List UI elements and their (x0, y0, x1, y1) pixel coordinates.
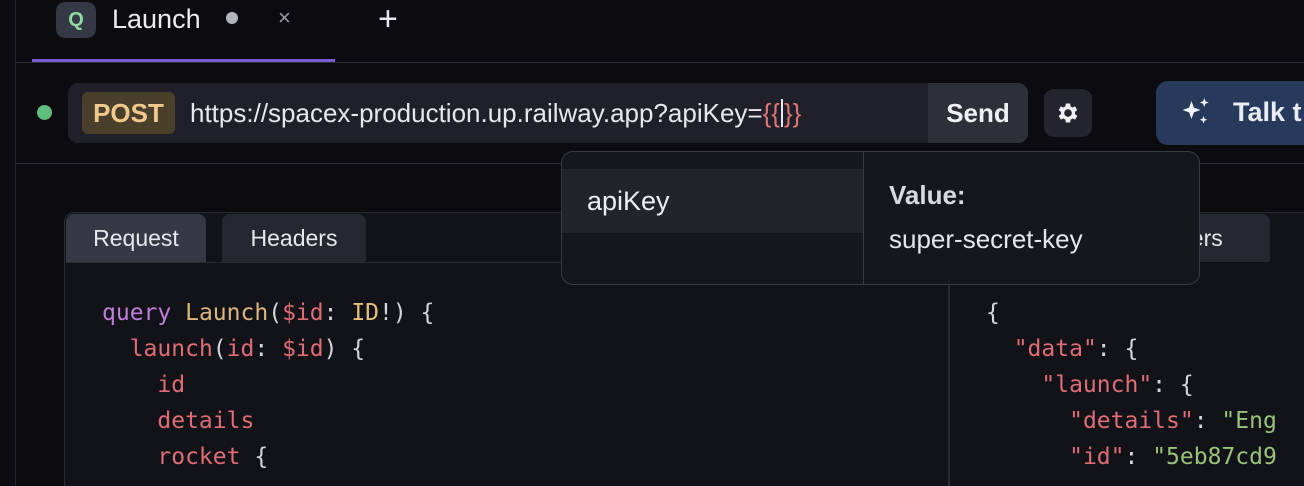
settings-button[interactable] (1044, 89, 1092, 137)
code-token: : (1124, 444, 1153, 470)
query-editor[interactable]: query Launch($id: ID!) { launch(id: $id)… (102, 295, 434, 475)
code-token: "launch" (1041, 372, 1153, 398)
tab-headers[interactable]: Headers (222, 214, 366, 262)
query-code-line: rocket { (102, 439, 434, 475)
tab-label: Launch (112, 4, 201, 34)
code-token: details (157, 408, 255, 434)
code-token: "data" (1013, 336, 1097, 362)
code-token: query (102, 300, 172, 326)
sparkle-icon (1182, 98, 1209, 124)
autocomplete-item-apikey[interactable]: apiKey (562, 169, 863, 233)
code-token: : { (1152, 372, 1194, 398)
response-viewer: { "data": { "launch": { "details": "Eng … (986, 295, 1277, 475)
talk-label: Talk t (1233, 97, 1302, 127)
template-close: }} (783, 98, 802, 128)
code-token: : (254, 336, 283, 362)
code-token: : (323, 300, 352, 326)
code-token: : { (1096, 336, 1139, 362)
method-selector[interactable]: POST (82, 92, 175, 134)
query-code-line: query Launch($id: ID!) { (102, 295, 434, 331)
code-token: $id (282, 336, 324, 362)
variable-value: super-secret-key (889, 224, 1083, 254)
response-code-line: "details": "Eng (986, 403, 1277, 439)
tab-response-headers[interactable]: ders (1200, 214, 1270, 262)
response-code-line: { (986, 295, 1277, 331)
url-bar: POST https://spacex-production.up.railwa… (68, 83, 1028, 143)
response-code-line: "data": { (986, 331, 1277, 367)
code-token: { (240, 444, 269, 470)
unsaved-indicator-icon (226, 12, 238, 24)
query-code-line: id (102, 367, 434, 403)
code-token: ) { (323, 336, 366, 362)
code-token: ID (351, 300, 380, 326)
autocomplete-list: apiKey (562, 152, 864, 284)
gear-icon (1058, 103, 1078, 123)
url-text: https://spacex-production.up.railway.app… (190, 98, 763, 128)
code-token: $id (282, 300, 324, 326)
tab-request[interactable]: Request (66, 214, 206, 262)
code-token: "id" (1069, 444, 1125, 470)
query-code-line: details (102, 403, 434, 439)
code-token: "details" (1069, 408, 1194, 434)
add-tab-button[interactable]: + (378, 0, 398, 38)
response-code-line: "launch": { (986, 367, 1277, 403)
code-token: !) { (379, 300, 435, 326)
app-window: Q Launch × + POST https://spacex-product… (0, 0, 1304, 486)
code-token: Launch (185, 300, 269, 326)
talk-to-ai-button[interactable]: Talk t (1156, 81, 1304, 145)
code-token: ( (212, 336, 227, 362)
code-token: id (157, 372, 186, 398)
text-cursor (780, 99, 783, 127)
code-token: "Eng (1221, 408, 1277, 434)
connection-status-icon (37, 105, 52, 120)
close-tab-icon[interactable]: × (278, 3, 291, 33)
template-open: {{ (762, 98, 780, 128)
url-input[interactable]: https://spacex-production.up.railway.app… (190, 96, 801, 130)
graphql-query-icon: Q (56, 2, 96, 38)
tab-launch[interactable]: Q Launch × (32, 0, 335, 62)
code-token: "5eb87cd9 (1152, 444, 1277, 470)
query-code-line: launch(id: $id) { (102, 331, 434, 367)
code-token: launch (129, 336, 213, 362)
tab-bar: Q Launch × + (16, 0, 1304, 63)
code-token: { (986, 300, 1000, 326)
variable-autocomplete-popover: apiKey Value: super-secret-key (561, 151, 1200, 285)
code-token: rocket (157, 444, 241, 470)
code-token: id (226, 336, 255, 362)
code-token: ( (268, 300, 283, 326)
send-button[interactable]: Send (928, 83, 1028, 143)
response-code-line: "id": "5eb87cd9 (986, 439, 1277, 475)
code-token: : (1193, 408, 1222, 434)
request-bar: POST https://spacex-production.up.railwa… (16, 64, 1304, 164)
value-label: Value: (889, 180, 966, 210)
